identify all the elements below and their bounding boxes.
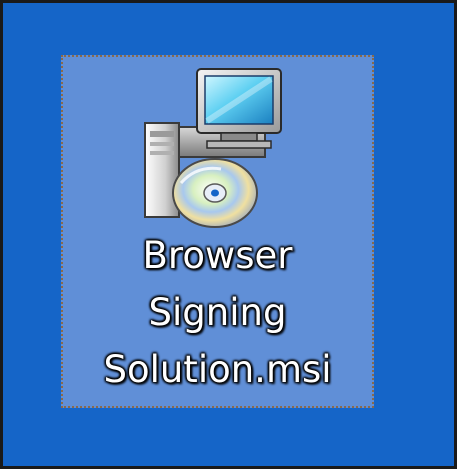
label-line-3: Solution.msi: [103, 348, 332, 391]
installer-package-icon: [144, 68, 282, 228]
desktop-background: Browser Signing Solution.msi: [0, 0, 457, 469]
label-line-1: Browser: [142, 234, 293, 277]
label-line-2: Signing: [148, 291, 287, 334]
desktop-icon-label: Browser Signing Solution.msi: [63, 227, 372, 398]
desktop-icon-browser-signing-solution[interactable]: Browser Signing Solution.msi: [61, 55, 374, 408]
